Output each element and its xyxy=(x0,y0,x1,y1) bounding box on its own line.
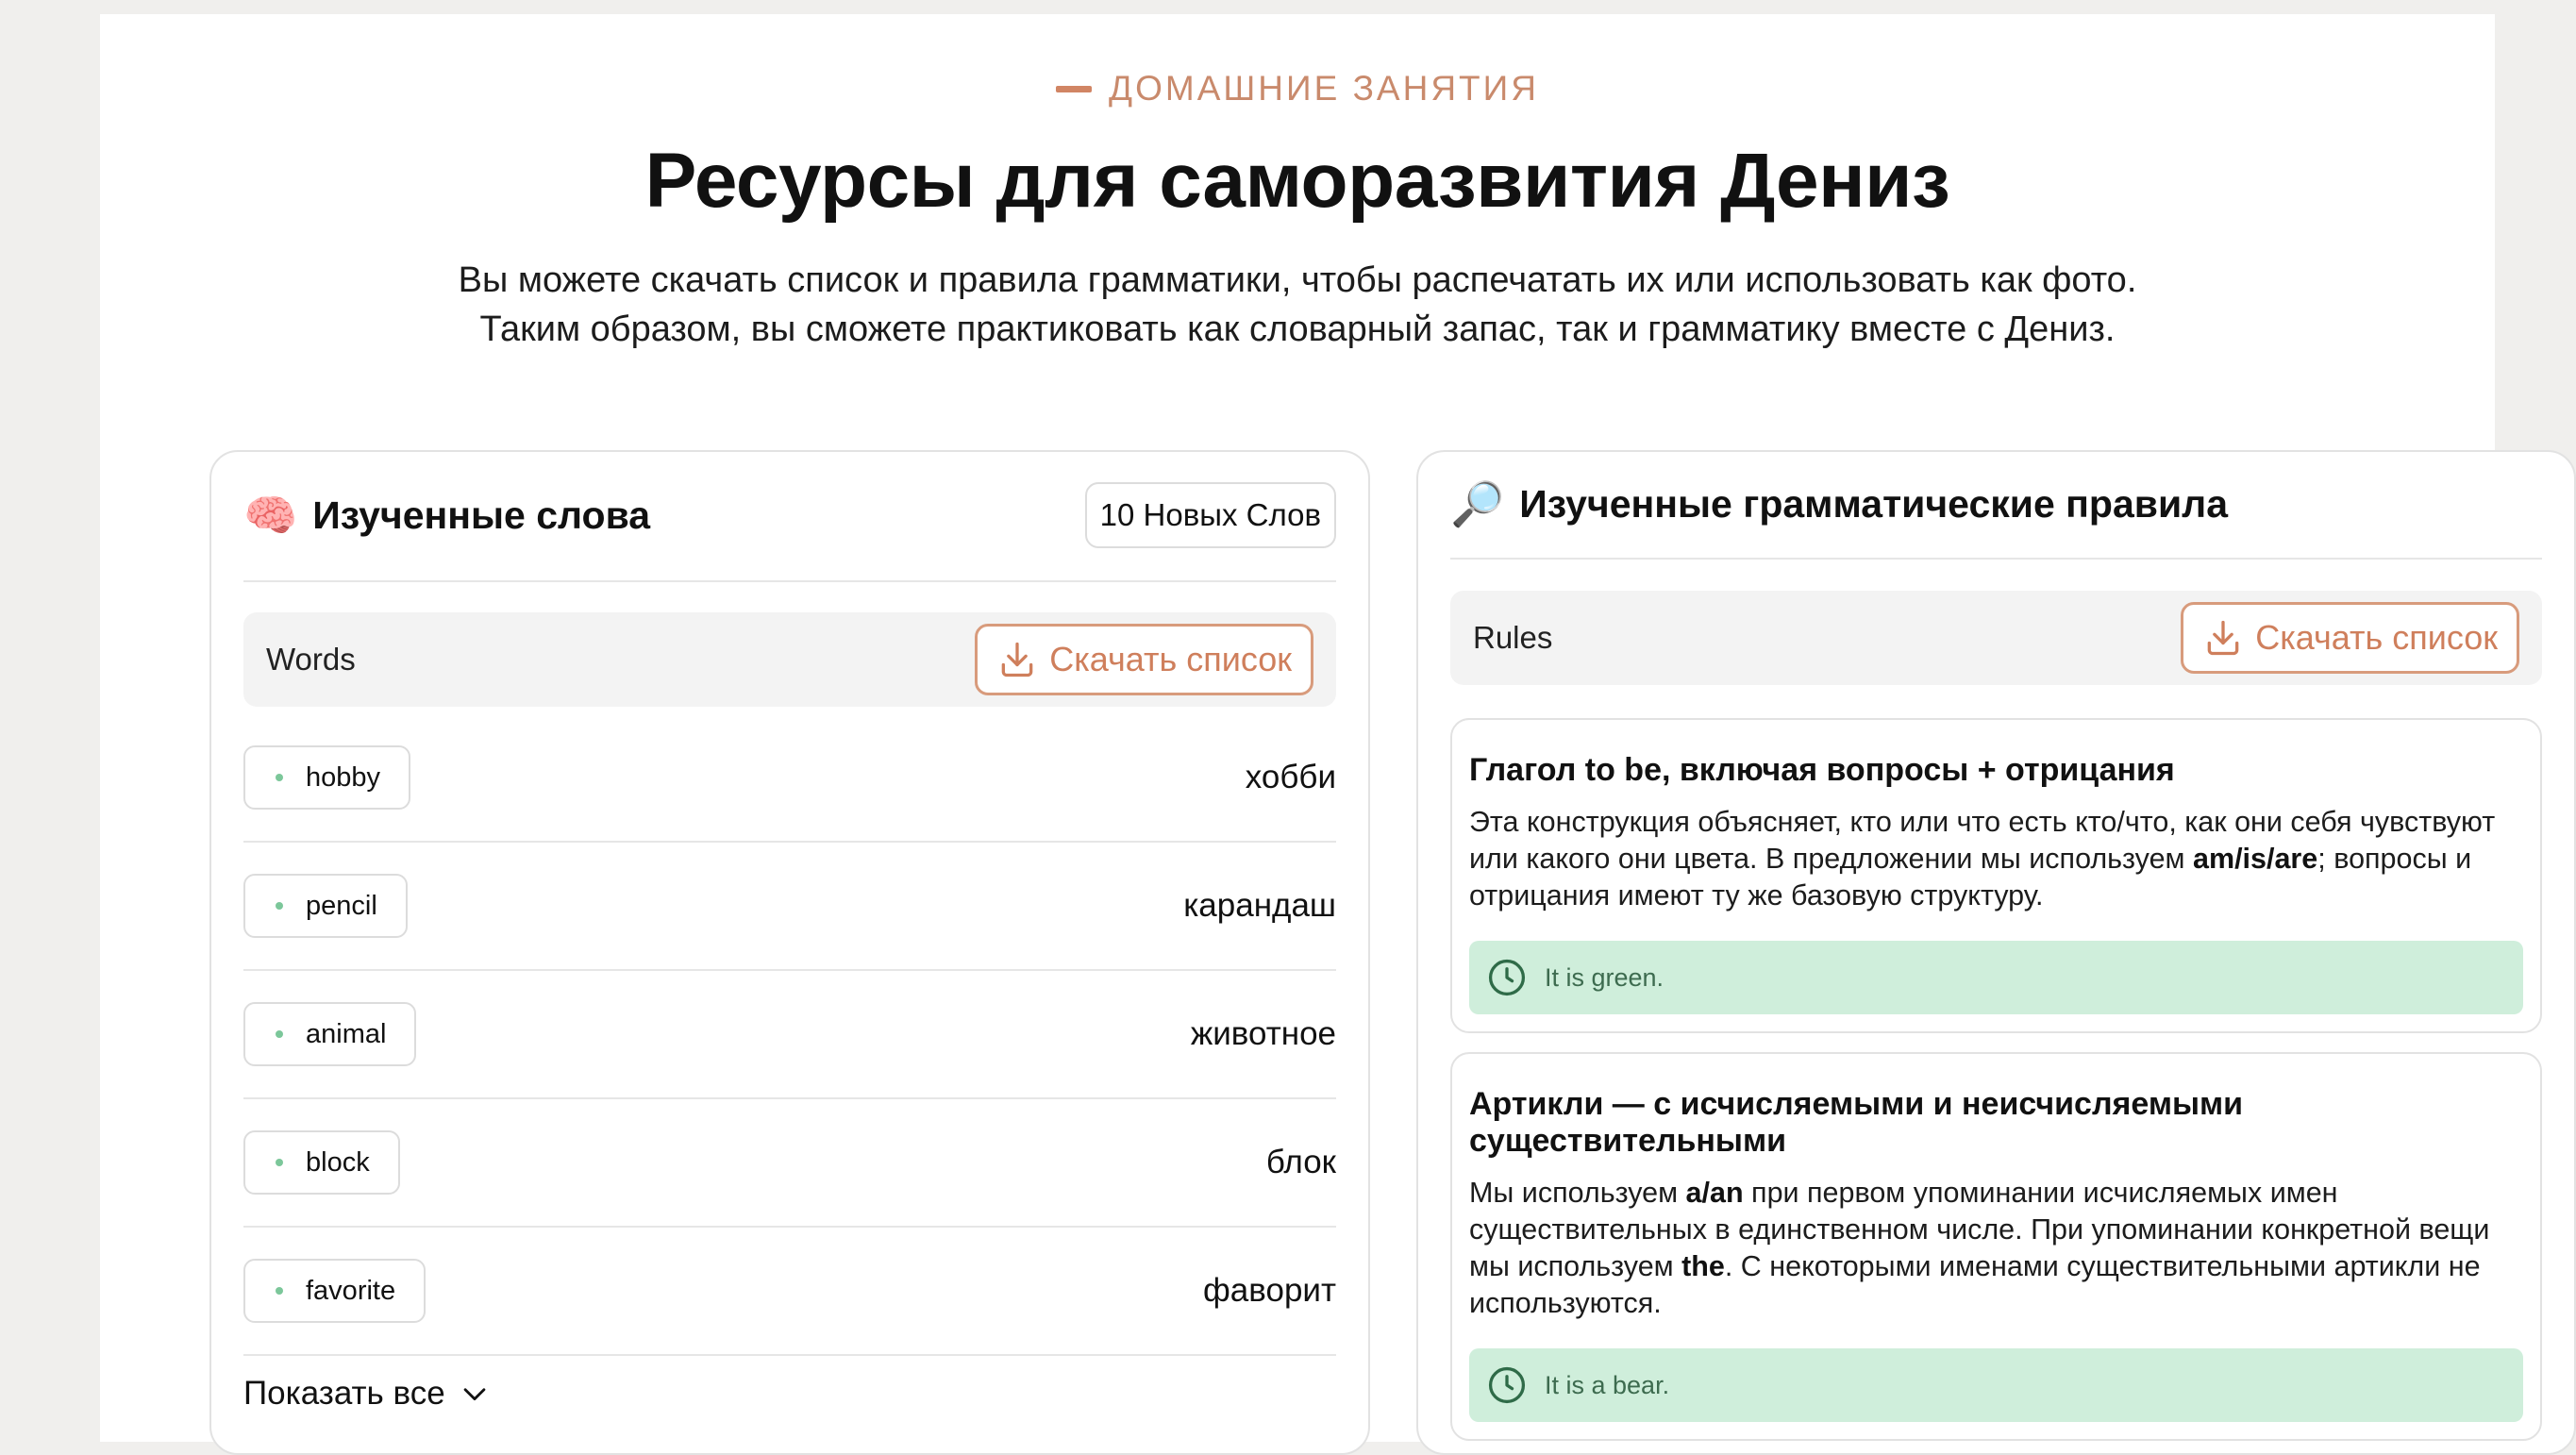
word-row: favorite фаворит xyxy=(243,1228,1336,1356)
rule-highlight: am/is/are xyxy=(2193,843,2318,875)
new-words-badge: 10 Новых Слов xyxy=(1084,482,1336,548)
words-toolbar: Words Скачать список xyxy=(243,612,1336,707)
rule-title: Артикли — с исчисляемыми и неисчисляемым… xyxy=(1469,1086,2244,1159)
page-subtitle: Вы можете скачать список и правила грамм… xyxy=(100,256,2495,354)
rule-highlight: the xyxy=(1681,1250,1725,1282)
clock-icon xyxy=(1488,959,1526,996)
page-title: Ресурсы для саморазвития Дениз xyxy=(644,138,1950,224)
words-toolbar-label: Words xyxy=(266,642,356,677)
rule-text-part: Мы используем xyxy=(1469,1177,1686,1209)
grammar-card-header: 🔎 Изученные грамматические правила xyxy=(1450,471,2542,537)
word-chip[interactable]: hobby xyxy=(243,745,411,810)
word-chip[interactable]: favorite xyxy=(243,1259,427,1323)
grammar-card-title: Изученные грамматические правила xyxy=(1519,481,2229,526)
rule-example: It is green. xyxy=(1469,941,2523,1014)
rule-title: Глагол to be, включая вопросы + отрицани… xyxy=(1469,752,2175,788)
rule-description: Мы используем a/an при первом упоминании… xyxy=(1469,1175,2523,1322)
word-translation: хобби xyxy=(1245,759,1336,795)
words-card-header: 🧠 Изученные слова 10 Новых Слов xyxy=(243,482,1336,548)
word-text: hobby xyxy=(306,761,381,793)
word-chip[interactable]: pencil xyxy=(243,874,408,938)
download-rules-button[interactable]: Скачать список xyxy=(2181,602,2519,674)
word-translation: фаворит xyxy=(1203,1272,1336,1309)
rule-example: It is a bear. xyxy=(1469,1348,2523,1422)
word-row: hobby хобби xyxy=(243,714,1336,843)
word-text: pencil xyxy=(306,890,377,921)
brain-icon: 🧠 xyxy=(243,490,298,540)
word-row: block блок xyxy=(243,1099,1336,1228)
rule-highlight: a/an xyxy=(1685,1177,1744,1209)
page-container: ДОМАШНИЕ ЗАНЯТИЯ Ресурсы для саморазвити… xyxy=(100,14,2576,1455)
example-text: It is green. xyxy=(1545,962,1664,992)
word-chip[interactable]: block xyxy=(243,1130,400,1195)
word-translation: животное xyxy=(1190,1015,1336,1052)
download-icon xyxy=(2207,620,2239,656)
word-row: animal животное xyxy=(243,971,1336,1099)
show-all-label: Показать все xyxy=(243,1375,445,1412)
example-text: It is a bear. xyxy=(1545,1370,1670,1399)
words-card: 🧠 Изученные слова 10 Новых Слов Words Ск… xyxy=(209,450,1370,1455)
bullet-dot xyxy=(276,902,283,910)
eyebrow-dash xyxy=(1056,85,1093,92)
word-text: favorite xyxy=(306,1275,396,1306)
bullet-dot xyxy=(276,774,283,781)
magnifier-icon: 🔎 xyxy=(1450,478,1505,528)
show-all-button[interactable]: Показать все xyxy=(243,1375,491,1413)
word-text: animal xyxy=(306,1018,387,1049)
section-eyebrow: ДОМАШНИЕ ЗАНЯТИЯ xyxy=(100,69,2495,109)
words-card-title: Изученные слова xyxy=(312,493,651,537)
word-text: block xyxy=(306,1146,370,1178)
bullet-dot xyxy=(276,1287,283,1295)
grammar-rule-card: Глагол to be, включая вопросы + отрицани… xyxy=(1450,718,2542,1033)
rules-toolbar-label: Rules xyxy=(1473,620,1553,655)
clock-icon xyxy=(1488,1366,1526,1404)
eyebrow-label: ДОМАШНИЕ ЗАНЯТИЯ xyxy=(1109,69,1539,108)
bullet-dot xyxy=(276,1030,283,1038)
subtitle-line-1: Вы можете скачать список и правила грамм… xyxy=(458,260,2137,300)
download-rules-label: Скачать список xyxy=(2255,618,2498,657)
grammar-rule-card: Артикли — с исчисляемыми и неисчисляемым… xyxy=(1450,1052,2542,1441)
subtitle-line-2: Таким образом, вы сможете практиковать к… xyxy=(479,309,2116,349)
bullet-dot xyxy=(276,1159,283,1166)
download-words-label: Скачать список xyxy=(1049,640,1292,678)
rule-description: Эта конструкция объясняет, кто или что е… xyxy=(1469,804,2523,914)
word-row: pencil карандаш xyxy=(243,843,1336,971)
download-words-button[interactable]: Скачать список xyxy=(975,624,1313,695)
words-header-divider xyxy=(243,580,1336,582)
word-translation: блок xyxy=(1265,1144,1336,1180)
chevron-down-icon xyxy=(463,1388,486,1401)
word-translation: карандаш xyxy=(1183,887,1336,924)
download-icon xyxy=(1001,642,1033,677)
word-chip[interactable]: animal xyxy=(243,1002,417,1066)
rules-toolbar: Rules Скачать список xyxy=(1450,591,2542,685)
grammar-header-divider xyxy=(1450,558,2542,560)
grammar-card: 🔎 Изученные грамматические правила Rules… xyxy=(1416,450,2576,1455)
